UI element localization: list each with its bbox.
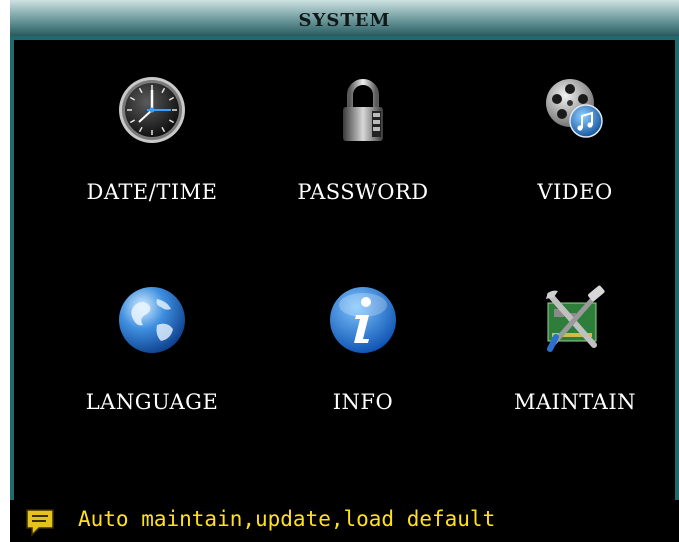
tools-icon [546, 285, 605, 352]
info-icon [330, 287, 396, 353]
padlock-icon [343, 79, 383, 141]
menu-item-label: PASSWORD [297, 180, 429, 204]
menu-item-label: INFO [332, 390, 394, 414]
menu-item-label: VIDEO [537, 180, 613, 204]
status-bar: Auto maintain,update,load default [10, 500, 679, 542]
film-reel-icon [546, 79, 603, 138]
title-bar: SYSTEM [10, 0, 679, 40]
clock-icon [119, 77, 185, 143]
menu-item-label: MAINTAIN [513, 390, 637, 414]
system-window: SYSTEM DATE/TIME PASSWORD VIDEO LANGUAGE… [10, 0, 679, 542]
menu-item-label: LANGUAGE [85, 390, 219, 414]
menu-item-label: DATE/TIME [86, 180, 218, 204]
frame-left-edge [10, 40, 14, 500]
menu-item-video[interactable]: VIDEO [465, 75, 679, 255]
menu-item-info[interactable]: INFO [253, 285, 473, 465]
window-title: SYSTEM [298, 10, 391, 31]
menu-item-maintain[interactable]: MAINTAIN [465, 285, 679, 465]
menu-item-date-time[interactable]: DATE/TIME [42, 75, 262, 255]
menu-item-password[interactable]: PASSWORD [253, 75, 473, 255]
menu-item-language[interactable]: LANGUAGE [42, 285, 262, 465]
message-icon [26, 509, 54, 537]
globe-icon [119, 287, 185, 353]
status-message: Auto maintain,update,load default [78, 507, 496, 531]
